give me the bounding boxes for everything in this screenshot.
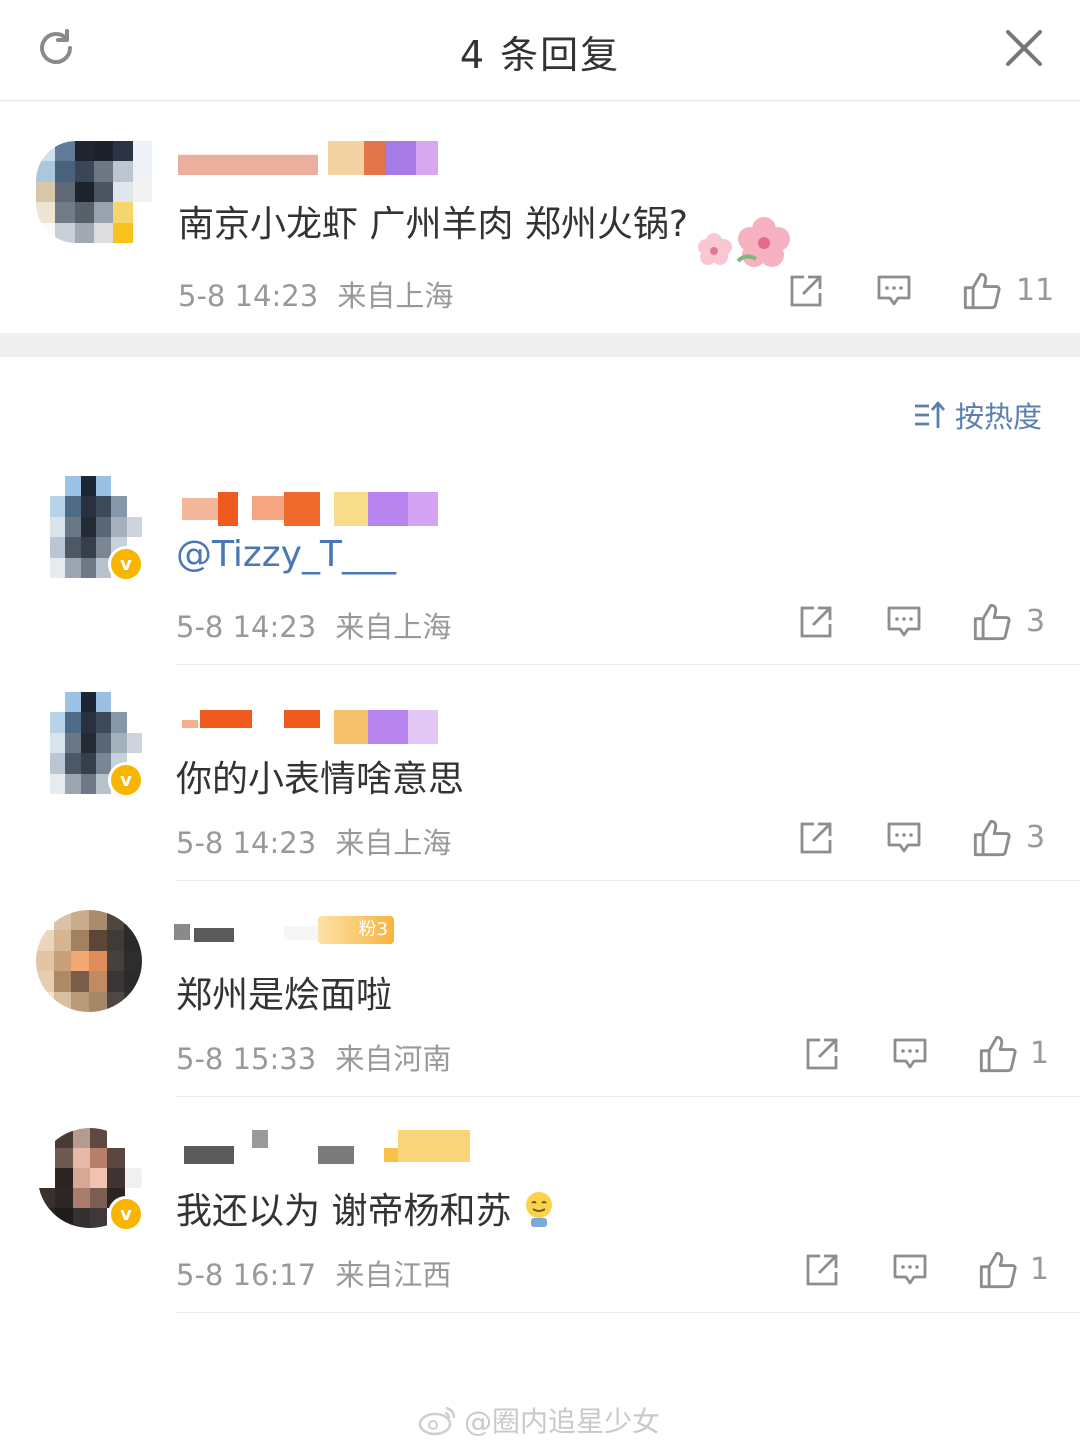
comment-meta: 5-8 14:23 来自上海: [176, 604, 451, 646]
comment-meta: 5-8 16:17 来自江西: [176, 1252, 451, 1294]
location: 来自上海: [335, 826, 452, 860]
flower-sticker-icon: [698, 217, 790, 267]
comment-meta: 5-8 14:23 来自上海: [176, 820, 451, 862]
comment-meta: 5-8 14:23 来自上海: [178, 273, 453, 315]
section-divider: [0, 333, 1080, 357]
location: 来自江西: [335, 1258, 452, 1292]
like-count: 11: [1016, 273, 1055, 308]
comment-icon[interactable]: [876, 273, 912, 309]
sort-label: 按热度: [954, 400, 1042, 434]
comment-text: 南京小龙虾 广州羊肉 郑州火锅?: [178, 204, 688, 245]
comment-meta: 5-8 15:33 来自河南: [176, 1036, 451, 1078]
like-icon[interactable]: [962, 271, 1002, 311]
username-blurred[interactable]: [178, 141, 438, 175]
sort-by-hot-button[interactable]: 按热度: [913, 394, 1042, 436]
location: 来自河南: [335, 1042, 452, 1076]
verified-badge-icon: v: [108, 762, 144, 798]
like-count: 1: [1030, 1252, 1050, 1287]
comment-text: 你的小表情啥意思: [176, 759, 465, 800]
like-count: 3: [1026, 604, 1046, 639]
verified-badge-icon: v: [108, 1196, 144, 1232]
timestamp: 5-8 14:23: [176, 610, 317, 644]
watermark-text: @圈内追星少女: [464, 1405, 661, 1438]
share-icon[interactable]: [788, 273, 824, 309]
share-icon[interactable]: [798, 604, 834, 640]
avatar[interactable]: [36, 141, 152, 243]
timestamp: 5-8 14:23: [178, 279, 319, 313]
fan-badge-label: 粉3: [358, 919, 388, 940]
like-icon[interactable]: [972, 602, 1012, 642]
verified-badge-icon: v: [108, 546, 144, 582]
username-blurred[interactable]: [182, 492, 438, 526]
timestamp: 5-8 14:23: [176, 826, 317, 860]
share-icon[interactable]: [804, 1252, 840, 1288]
comment-body: 我还以为 谢帝杨和苏: [176, 1191, 512, 1232]
like-icon[interactable]: [978, 1250, 1018, 1290]
close-icon[interactable]: [1004, 28, 1044, 68]
sweat-smile-emoji-icon: [526, 1192, 553, 1227]
comment-icon[interactable]: [892, 1036, 928, 1072]
fan-badge: 粉3: [318, 916, 394, 944]
location: 来自上海: [337, 279, 454, 313]
timestamp: 5-8 15:33: [176, 1042, 317, 1076]
location: 来自上海: [335, 610, 452, 644]
sort-icon: [914, 401, 946, 428]
page-title: 4 条回复: [459, 33, 621, 77]
root-comment: 南京小龙虾 广州羊肉 郑州火锅? 5-8 14:23 来自上海 11: [0, 101, 1080, 333]
share-icon[interactable]: [798, 820, 834, 856]
divider: [176, 1312, 1080, 1313]
divider: [176, 1096, 1080, 1097]
divider: [176, 664, 1080, 665]
header-bar: 4 条回复: [0, 0, 1080, 101]
like-icon[interactable]: [972, 818, 1012, 858]
comment-icon[interactable]: [886, 820, 922, 856]
mention-link[interactable]: @Tizzy_T___: [176, 534, 396, 575]
weibo-logo-icon: [418, 1406, 456, 1436]
watermark: @圈内追星少女: [418, 1400, 660, 1440]
divider: [176, 880, 1080, 881]
comment-text: 我还以为 谢帝杨和苏: [176, 1182, 557, 1234]
share-icon[interactable]: [804, 1036, 840, 1072]
avatar[interactable]: [36, 910, 142, 1012]
comment-icon[interactable]: [886, 604, 922, 640]
comment-text: 郑州是烩面啦: [176, 975, 393, 1016]
comment-icon[interactable]: [892, 1252, 928, 1288]
like-count: 1: [1030, 1036, 1050, 1071]
like-icon[interactable]: [978, 1034, 1018, 1074]
timestamp: 5-8 16:17: [176, 1258, 317, 1292]
username-blurred[interactable]: [182, 710, 438, 744]
like-count: 3: [1026, 820, 1046, 855]
username-blurred[interactable]: [184, 1130, 470, 1164]
